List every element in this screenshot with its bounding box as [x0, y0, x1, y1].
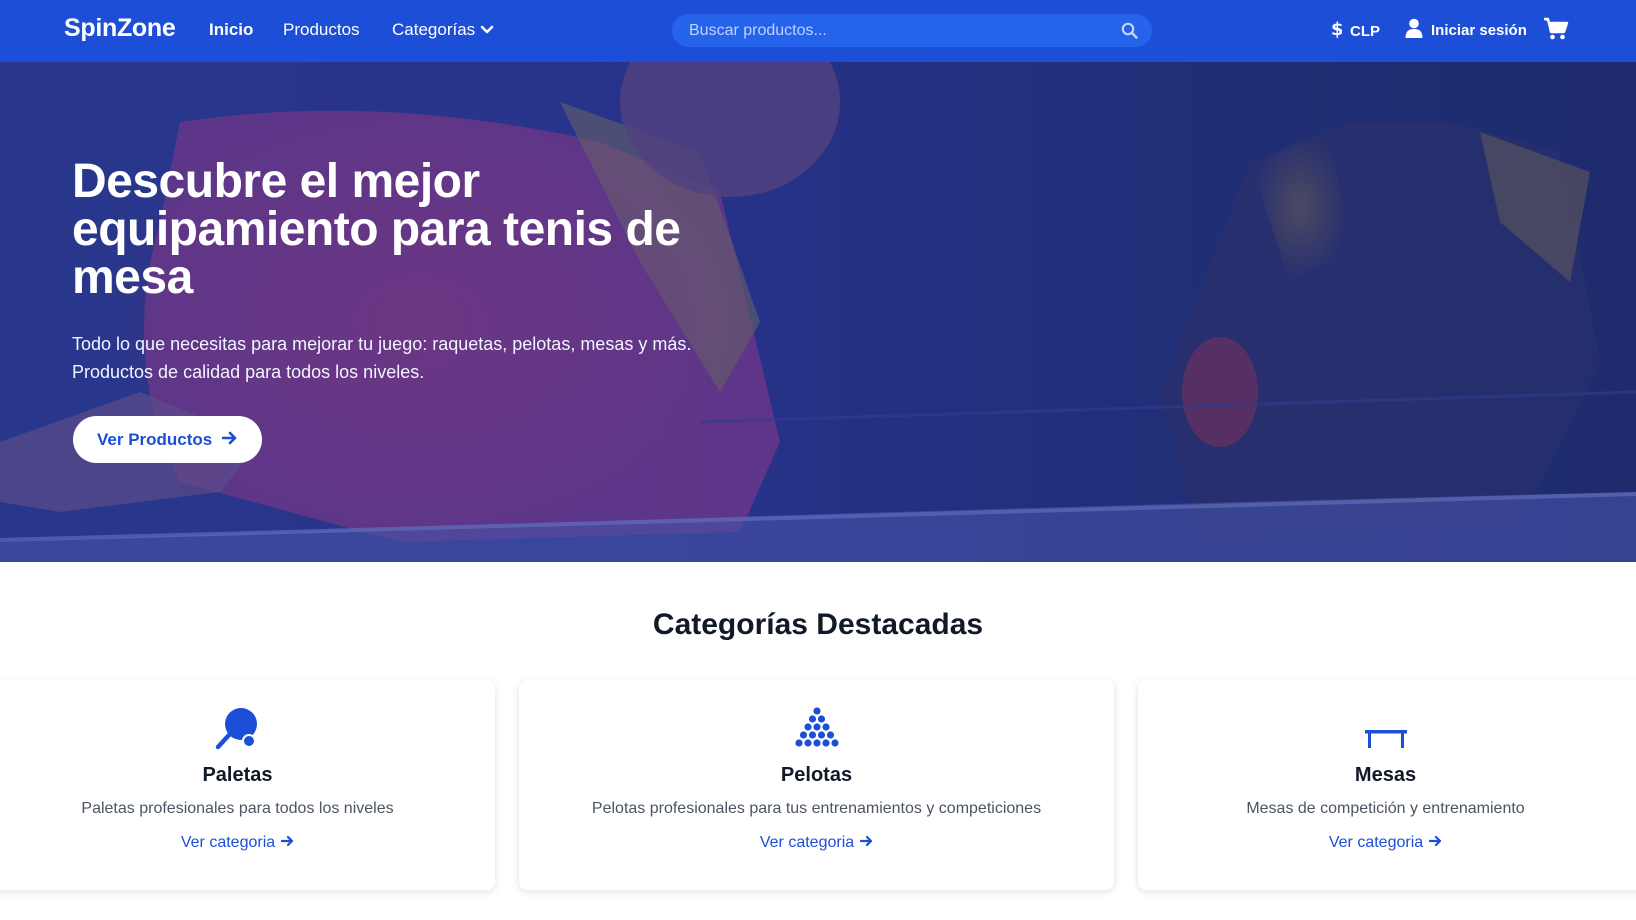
view-category-label: Ver categoria	[759, 834, 855, 851]
arrow-right-icon	[1429, 834, 1442, 852]
arrow-right-icon	[860, 834, 873, 852]
arrow-right-icon	[221, 430, 238, 450]
currency-selector[interactable]: $ CLP	[1330, 19, 1380, 43]
login-button[interactable]: Iniciar sesión	[1405, 18, 1527, 42]
category-description: Paletas profesionales para todos los niv…	[81, 800, 394, 817]
category-card-pelotas[interactable]: Pelotas Pelotas profesionales para tus e…	[519, 680, 1114, 890]
brand-logo[interactable]: SpinZone	[64, 14, 176, 43]
nav-link-inicio[interactable]: Inicio	[209, 20, 253, 40]
nav-link-categorias[interactable]: Categorías	[392, 20, 494, 40]
featured-categories-title: Categorías Destacadas	[652, 608, 984, 641]
nav-link-categorias-label: Categorías	[392, 20, 476, 39]
hero-title: Descubre el mejor equipamiento para teni…	[72, 155, 681, 304]
search-bar	[672, 14, 1152, 47]
hero-banner: Descubre el mejor equipamiento para teni…	[0, 62, 1636, 562]
search-input[interactable]	[689, 21, 1120, 40]
arrow-right-icon	[281, 834, 294, 852]
view-category-link[interactable]: Ver categoria	[760, 834, 873, 852]
cart-icon[interactable]	[1543, 17, 1569, 46]
view-category-label: Ver categoria	[180, 834, 276, 851]
currency-label: CLP	[1350, 22, 1380, 40]
view-category-link[interactable]: Ver categoria	[181, 834, 294, 852]
hero-subtitle-line2: Productos de calidad para todos los nive…	[72, 362, 425, 382]
balls-icon	[792, 702, 842, 752]
hero-overlay	[0, 62, 1636, 562]
category-title: Pelotas	[780, 764, 853, 786]
navbar: SpinZone Inicio Productos Categorías $ C…	[0, 0, 1636, 62]
view-category-link[interactable]: Ver categoria	[1329, 834, 1442, 852]
view-products-label: Ver Productos	[97, 429, 213, 449]
category-title: Paletas	[202, 764, 273, 786]
search-icon[interactable]	[1120, 22, 1138, 40]
category-description: Pelotas profesionales para tus entrenami…	[591, 800, 1042, 817]
category-title: Mesas	[1354, 764, 1417, 786]
svg-text:$: $	[1331, 19, 1342, 39]
nav-link-productos[interactable]: Productos	[283, 20, 360, 40]
category-card-content: Pelotas Pelotas profesionales para tus e…	[519, 702, 1114, 852]
view-category-label: Ver categoria	[1328, 834, 1424, 851]
category-card-paletas[interactable]: Paletas Paletas profesionales para todos…	[0, 680, 495, 890]
category-card-content: Mesas Mesas de competición y entrenamien…	[1138, 702, 1633, 852]
category-description: Mesas de competición y entrenamiento	[1246, 800, 1525, 817]
paddle-icon	[213, 702, 263, 752]
table-icon	[1361, 702, 1411, 752]
hero-subtitle-line1: Todo lo que necesitas para mejorar tu ju…	[72, 334, 692, 354]
view-products-button[interactable]: Ver Productos	[73, 416, 263, 463]
login-label: Iniciar sesión	[1431, 21, 1527, 39]
chevron-down-icon	[480, 20, 494, 40]
user-icon	[1405, 18, 1423, 42]
dollar-icon: $	[1330, 19, 1344, 43]
hero-subtitle: Todo lo que necesitas para mejorar tu ju…	[72, 330, 772, 386]
category-card-mesas[interactable]: Mesas Mesas de competición y entrenamien…	[1138, 680, 1636, 890]
category-card-content: Paletas Paletas profesionales para todos…	[5, 702, 470, 852]
